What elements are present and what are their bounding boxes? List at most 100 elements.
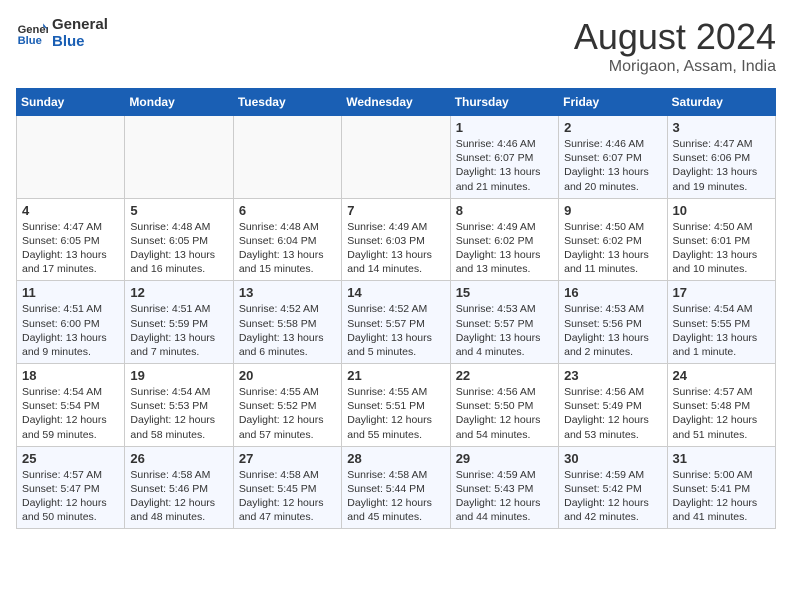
title-block: August 2024 Morigaon, Assam, India — [574, 16, 776, 76]
calendar-cell: 3Sunrise: 4:47 AM Sunset: 6:06 PM Daylig… — [667, 116, 775, 199]
calendar-cell: 15 Sunrise: 4:53 AM Sunset: 5:57 PM Dayli… — [450, 281, 558, 364]
calendar-cell — [17, 116, 125, 199]
day-info: Sunrise: 5:00 AM Sunset: 5:41 PM Dayligh… — [673, 468, 770, 525]
day-info: Sunrise: 4:59 AM Sunset: 5:43 PM Dayligh… — [456, 468, 553, 525]
day-number: 12 — [130, 285, 227, 300]
calendar-cell: 11Sunrise: 4:51 AM Sunset: 6:00 PM Dayli… — [17, 281, 125, 364]
calendar-cell: 13Sunrise: 4:52 AM Sunset: 5:58 PM Dayli… — [233, 281, 341, 364]
day-number: 24 — [673, 368, 770, 383]
calendar-cell: 14 Sunrise: 4:52 AM Sunset: 5:57 PM Dayli… — [342, 281, 450, 364]
calendar-cell: 26 Sunrise: 4:58 AM Sunset: 5:46 PM Dayli… — [125, 446, 233, 529]
day-number: 3 — [673, 120, 770, 135]
day-info: Sunrise: 4:55 AM Sunset: 5:52 PM Dayligh… — [239, 385, 336, 442]
column-header-thursday: Thursday — [450, 89, 558, 116]
calendar-cell: 10Sunrise: 4:50 AM Sunset: 6:01 PM Dayli… — [667, 198, 775, 281]
day-number: 7 — [347, 203, 444, 218]
calendar-cell: 28Sunrise: 4:58 AM Sunset: 5:44 PM Dayli… — [342, 446, 450, 529]
day-number: 20 — [239, 368, 336, 383]
calendar-header-row: SundayMondayTuesdayWednesdayThursdayFrid… — [17, 89, 776, 116]
column-header-wednesday: Wednesday — [342, 89, 450, 116]
location: Morigaon, Assam, India — [574, 58, 776, 76]
calendar-cell: 24 Sunrise: 4:57 AM Sunset: 5:48 PM Dayli… — [667, 364, 775, 447]
day-number: 18 — [22, 368, 119, 383]
day-info: Sunrise: 4:53 AM Sunset: 5:57 PM Dayligh… — [456, 302, 553, 359]
day-info: Sunrise: 4:46 AM Sunset: 6:07 PM Dayligh… — [456, 137, 553, 194]
day-info: Sunrise: 4:54 AM Sunset: 5:55 PM Dayligh… — [673, 302, 770, 359]
column-header-monday: Monday — [125, 89, 233, 116]
day-info: Sunrise: 4:51 AM Sunset: 6:00 PM Dayligh… — [22, 302, 119, 359]
calendar-week-row: 11Sunrise: 4:51 AM Sunset: 6:00 PM Dayli… — [17, 281, 776, 364]
day-number: 9 — [564, 203, 661, 218]
day-info: Sunrise: 4:48 AM Sunset: 6:04 PM Dayligh… — [239, 220, 336, 277]
svg-text:Blue: Blue — [18, 35, 42, 47]
column-header-sunday: Sunday — [17, 89, 125, 116]
calendar-cell: 22 Sunrise: 4:56 AM Sunset: 5:50 PM Dayli… — [450, 364, 558, 447]
day-info: Sunrise: 4:54 AM Sunset: 5:54 PM Dayligh… — [22, 385, 119, 442]
logo-general: General — [52, 16, 108, 33]
day-number: 6 — [239, 203, 336, 218]
day-number: 31 — [673, 451, 770, 466]
day-number: 14 — [347, 285, 444, 300]
day-number: 5 — [130, 203, 227, 218]
calendar-cell: 18 Sunrise: 4:54 AM Sunset: 5:54 PM Dayli… — [17, 364, 125, 447]
calendar-cell: 12 Sunrise: 4:51 AM Sunset: 5:59 PM Dayli… — [125, 281, 233, 364]
calendar-cell — [233, 116, 341, 199]
day-number: 27 — [239, 451, 336, 466]
calendar-cell: 17Sunrise: 4:54 AM Sunset: 5:55 PM Dayli… — [667, 281, 775, 364]
day-info: Sunrise: 4:52 AM Sunset: 5:57 PM Dayligh… — [347, 302, 444, 359]
calendar-cell: 7Sunrise: 4:49 AM Sunset: 6:03 PM Daylig… — [342, 198, 450, 281]
column-header-friday: Friday — [559, 89, 667, 116]
calendar-week-row: 4 Sunrise: 4:47 AM Sunset: 6:05 PM Daylig… — [17, 198, 776, 281]
calendar-cell: 2Sunrise: 4:46 AM Sunset: 6:07 PM Daylig… — [559, 116, 667, 199]
page-header: General Blue General Blue August 2024 Mo… — [16, 16, 776, 76]
calendar-cell: 19 Sunrise: 4:54 AM Sunset: 5:53 PM Dayli… — [125, 364, 233, 447]
calendar-cell: 9 Sunrise: 4:50 AM Sunset: 6:02 PM Daylig… — [559, 198, 667, 281]
day-number: 19 — [130, 368, 227, 383]
day-info: Sunrise: 4:57 AM Sunset: 5:48 PM Dayligh… — [673, 385, 770, 442]
day-info: Sunrise: 4:56 AM Sunset: 5:49 PM Dayligh… — [564, 385, 661, 442]
day-number: 8 — [456, 203, 553, 218]
day-number: 25 — [22, 451, 119, 466]
calendar-cell: 20 Sunrise: 4:55 AM Sunset: 5:52 PM Dayli… — [233, 364, 341, 447]
calendar-week-row: 18 Sunrise: 4:54 AM Sunset: 5:54 PM Dayli… — [17, 364, 776, 447]
day-info: Sunrise: 4:54 AM Sunset: 5:53 PM Dayligh… — [130, 385, 227, 442]
logo-icon: General Blue — [16, 17, 48, 49]
day-info: Sunrise: 4:55 AM Sunset: 5:51 PM Dayligh… — [347, 385, 444, 442]
calendar-cell: 8Sunrise: 4:49 AM Sunset: 6:02 PM Daylig… — [450, 198, 558, 281]
day-info: Sunrise: 4:58 AM Sunset: 5:44 PM Dayligh… — [347, 468, 444, 525]
day-number: 4 — [22, 203, 119, 218]
calendar-cell: 30 Sunrise: 4:59 AM Sunset: 5:42 PM Dayli… — [559, 446, 667, 529]
day-info: Sunrise: 4:53 AM Sunset: 5:56 PM Dayligh… — [564, 302, 661, 359]
day-info: Sunrise: 4:56 AM Sunset: 5:50 PM Dayligh… — [456, 385, 553, 442]
month-title: August 2024 — [574, 16, 776, 58]
calendar-cell — [342, 116, 450, 199]
day-number: 23 — [564, 368, 661, 383]
day-number: 22 — [456, 368, 553, 383]
day-info: Sunrise: 4:51 AM Sunset: 5:59 PM Dayligh… — [130, 302, 227, 359]
day-number: 29 — [456, 451, 553, 466]
day-number: 30 — [564, 451, 661, 466]
column-header-saturday: Saturday — [667, 89, 775, 116]
calendar-week-row: 25 Sunrise: 4:57 AM Sunset: 5:47 PM Dayli… — [17, 446, 776, 529]
day-info: Sunrise: 4:50 AM Sunset: 6:02 PM Dayligh… — [564, 220, 661, 277]
calendar-cell — [125, 116, 233, 199]
calendar-cell: 1Sunrise: 4:46 AM Sunset: 6:07 PM Daylig… — [450, 116, 558, 199]
day-info: Sunrise: 4:58 AM Sunset: 5:46 PM Dayligh… — [130, 468, 227, 525]
day-number: 16 — [564, 285, 661, 300]
day-number: 2 — [564, 120, 661, 135]
day-number: 15 — [456, 285, 553, 300]
logo-blue: Blue — [52, 33, 108, 50]
day-info: Sunrise: 4:59 AM Sunset: 5:42 PM Dayligh… — [564, 468, 661, 525]
day-info: Sunrise: 4:57 AM Sunset: 5:47 PM Dayligh… — [22, 468, 119, 525]
day-number: 26 — [130, 451, 227, 466]
day-info: Sunrise: 4:47 AM Sunset: 6:05 PM Dayligh… — [22, 220, 119, 277]
day-info: Sunrise: 4:52 AM Sunset: 5:58 PM Dayligh… — [239, 302, 336, 359]
day-info: Sunrise: 4:58 AM Sunset: 5:45 PM Dayligh… — [239, 468, 336, 525]
calendar-cell: 31 Sunrise: 5:00 AM Sunset: 5:41 PM Dayli… — [667, 446, 775, 529]
day-number: 21 — [347, 368, 444, 383]
calendar-cell: 16 Sunrise: 4:53 AM Sunset: 5:56 PM Dayli… — [559, 281, 667, 364]
day-number: 10 — [673, 203, 770, 218]
day-info: Sunrise: 4:48 AM Sunset: 6:05 PM Dayligh… — [130, 220, 227, 277]
calendar-cell: 23 Sunrise: 4:56 AM Sunset: 5:49 PM Dayli… — [559, 364, 667, 447]
calendar-cell: 5 Sunrise: 4:48 AM Sunset: 6:05 PM Daylig… — [125, 198, 233, 281]
